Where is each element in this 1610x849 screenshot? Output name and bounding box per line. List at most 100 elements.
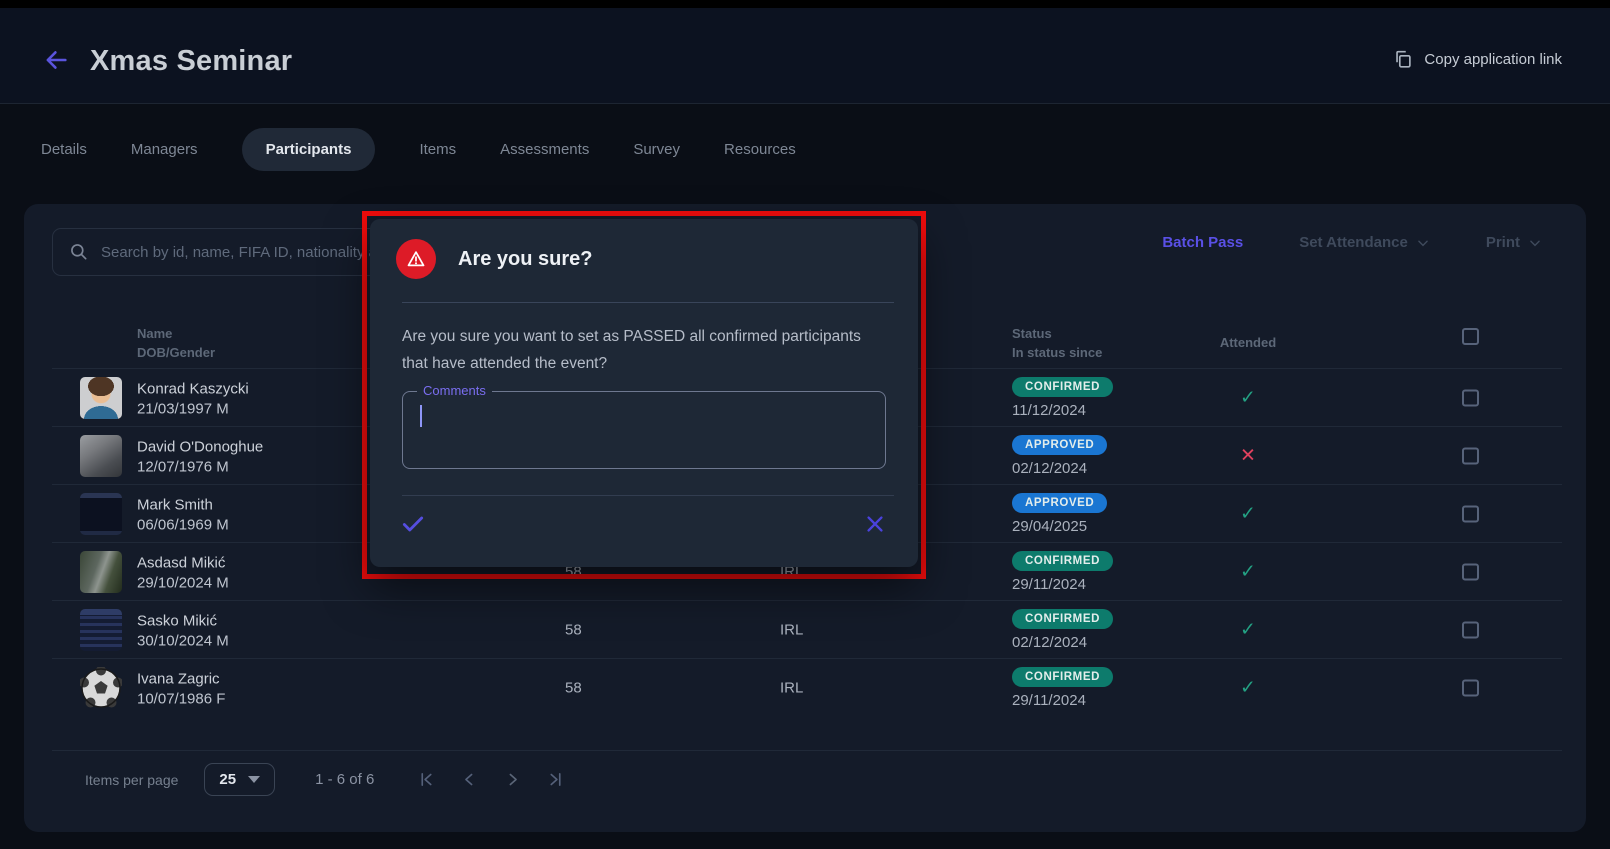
confirm-button[interactable]: [400, 511, 426, 542]
participant-status-cell: CONFIRMED29/11/2024: [1012, 667, 1113, 709]
next-page-button[interactable]: [504, 771, 521, 788]
print-label: Print: [1486, 234, 1520, 251]
attended-icon: ✓: [1198, 618, 1298, 641]
select-all-checkbox[interactable]: [1462, 328, 1479, 345]
attended-icon: ✓: [1198, 386, 1298, 409]
cancel-button[interactable]: [864, 513, 886, 540]
status-badge: CONFIRMED: [1012, 377, 1113, 397]
row-checkbox-wrap: [1462, 563, 1479, 580]
column-header-attended: Attended: [1198, 333, 1298, 352]
pagination-buttons: [418, 771, 564, 788]
set-attendance-button[interactable]: Set Attendance: [1299, 234, 1430, 251]
tab-assessments[interactable]: Assessments: [500, 141, 589, 158]
participant-name: Mark Smith: [137, 494, 229, 516]
print-button[interactable]: Print: [1486, 234, 1542, 251]
items-per-page-label: Items per page: [85, 772, 178, 788]
row-checkbox-wrap: [1462, 505, 1479, 522]
back-arrow-icon: [42, 46, 70, 74]
dialog-message: Are you sure you want to set as PASSED a…: [402, 323, 888, 377]
table-row[interactable]: Sasko Mikić30/10/2024 M 58 IRL CONFIRMED…: [52, 600, 1562, 658]
participant-dob-gender: 29/10/2024 M: [137, 574, 229, 591]
participant-status-cell: CONFIRMED02/12/2024: [1012, 609, 1113, 651]
column-header-name: Name DOB/Gender: [137, 324, 215, 362]
row-checkbox-wrap: [1462, 621, 1479, 638]
page: Xmas Seminar Copy application link Detai…: [0, 0, 1610, 849]
header-status-line2: In status since: [1012, 343, 1102, 362]
participant-dob-gender: 12/07/1976 M: [137, 458, 263, 475]
row-checkbox[interactable]: [1462, 505, 1479, 522]
table-actions: Batch Pass Set Attendance Print: [1162, 234, 1542, 251]
batch-pass-button[interactable]: Batch Pass: [1162, 234, 1243, 251]
previous-page-button[interactable]: [461, 771, 478, 788]
participant-avatar: [80, 377, 122, 419]
copy-application-link-button[interactable]: Copy application link: [1392, 48, 1562, 70]
page-size-value: 25: [219, 771, 236, 788]
row-checkbox[interactable]: [1462, 621, 1479, 638]
tab-survey[interactable]: Survey: [633, 141, 680, 158]
participant-nationality: IRL: [780, 621, 803, 638]
participant-name: David O'Donoghue: [137, 436, 263, 458]
copy-icon: [1392, 48, 1414, 70]
participant-name-cell: David O'Donoghue12/07/1976 M: [137, 436, 263, 475]
tab-resources[interactable]: Resources: [724, 141, 796, 158]
row-checkbox[interactable]: [1462, 679, 1479, 696]
row-checkbox[interactable]: [1462, 447, 1479, 464]
row-checkbox-wrap: [1462, 679, 1479, 696]
status-badge: APPROVED: [1012, 493, 1107, 513]
participant-dob-gender: 30/10/2024 M: [137, 632, 229, 649]
participant-name: Asdasd Mikić: [137, 552, 229, 574]
dialog-divider: [402, 302, 894, 303]
comments-textarea[interactable]: [403, 392, 885, 468]
page-size-select[interactable]: 25: [204, 763, 275, 796]
pagination-range: 1 - 6 of 6: [315, 771, 374, 788]
tab-managers[interactable]: Managers: [131, 141, 198, 158]
participant-nationality: IRL: [780, 679, 803, 696]
copy-application-link-label: Copy application link: [1424, 51, 1562, 68]
participant-age: 58: [565, 679, 582, 696]
set-attendance-label: Set Attendance: [1299, 234, 1408, 251]
row-checkbox[interactable]: [1462, 389, 1479, 406]
header-name-line1: Name: [137, 324, 215, 343]
header-name-line2: DOB/Gender: [137, 343, 215, 362]
status-since: 29/11/2024: [1012, 692, 1113, 709]
comments-label: Comments: [417, 383, 492, 398]
dialog-header: Are you sure?: [396, 239, 592, 279]
participant-name-cell: Asdasd Mikić29/10/2024 M: [137, 552, 229, 591]
row-checkbox-wrap: [1462, 447, 1479, 464]
text-cursor: [420, 405, 422, 427]
participant-name-cell: Ivana Zagric10/07/1986 F: [137, 668, 225, 707]
dialog-footer-divider: [402, 495, 894, 496]
first-page-button[interactable]: [418, 771, 435, 788]
tab-items[interactable]: Items: [419, 141, 456, 158]
comments-field: Comments: [402, 391, 886, 469]
participant-name: Konrad Kaszycki: [137, 378, 249, 400]
last-page-button[interactable]: [547, 771, 564, 788]
chevron-down-icon: [1416, 236, 1430, 250]
row-checkbox[interactable]: [1462, 563, 1479, 580]
status-since: 29/04/2025: [1012, 518, 1107, 535]
back-button[interactable]: [42, 46, 72, 76]
row-checkbox-wrap: [1462, 389, 1479, 406]
participant-name-cell: Sasko Mikić30/10/2024 M: [137, 610, 229, 649]
attended-icon: ✓: [1198, 502, 1298, 525]
participant-dob-gender: 21/03/1997 M: [137, 400, 249, 417]
column-header-status: Status In status since: [1012, 324, 1102, 362]
table-row[interactable]: Ivana Zagric10/07/1986 F 58 IRL CONFIRME…: [52, 658, 1562, 716]
chevron-down-icon: [1528, 236, 1542, 250]
participant-status-cell: APPROVED02/12/2024: [1012, 435, 1107, 477]
pagination-bar: Items per page 25 1 - 6 of 6: [52, 750, 1562, 808]
last-page-icon: [547, 771, 564, 788]
status-since: 11/12/2024: [1012, 402, 1113, 419]
soccer-ball-icon: [80, 667, 122, 709]
attended-icon: ✓: [1198, 560, 1298, 583]
first-page-icon: [418, 771, 435, 788]
close-icon: [864, 513, 886, 535]
dropdown-arrow-icon: [248, 776, 260, 783]
select-all-checkbox-wrap: [1462, 328, 1479, 345]
tab-details[interactable]: Details: [41, 141, 87, 158]
tab-participants[interactable]: Participants: [242, 128, 376, 171]
confirmation-dialog: Are you sure? Are you sure you want to s…: [370, 219, 918, 567]
chevron-left-icon: [461, 771, 478, 788]
search-icon: [69, 242, 89, 262]
check-icon: [400, 511, 426, 537]
